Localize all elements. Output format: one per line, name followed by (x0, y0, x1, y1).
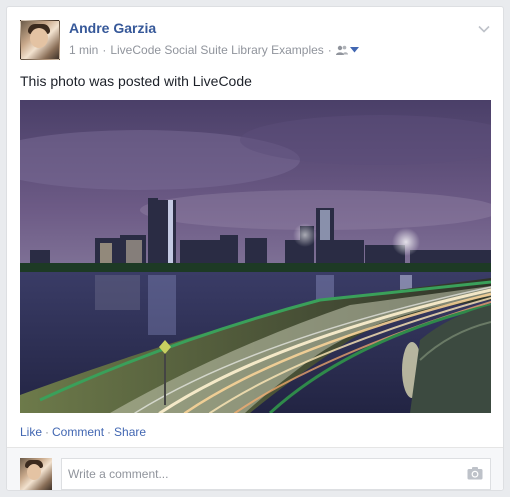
share-button[interactable]: Share (114, 425, 146, 439)
audience-selector[interactable] (335, 45, 359, 55)
meta-separator: · (327, 43, 332, 57)
chevron-down-icon[interactable] (477, 22, 491, 36)
post-photo[interactable] (20, 100, 491, 413)
action-separator: · (45, 425, 50, 439)
author-avatar[interactable] (20, 20, 60, 60)
dropdown-caret-icon (349, 47, 359, 53)
post-actions: Like · Comment · Share (20, 425, 146, 439)
camera-icon[interactable] (467, 466, 483, 480)
post-message: This photo was posted with LiveCode (20, 73, 252, 89)
comment-bar (7, 448, 503, 490)
author-name-link[interactable]: Andre Garzia (69, 20, 156, 36)
post-card: Andre Garzia 1 min · LiveCode Social Sui… (6, 6, 504, 491)
meta-separator: · (102, 43, 107, 57)
friends-icon (335, 45, 348, 55)
like-button[interactable]: Like (20, 425, 42, 439)
action-separator: · (107, 425, 112, 439)
post-source-link[interactable]: LiveCode Social Suite Library Examples (110, 43, 323, 57)
post-timestamp[interactable]: 1 min (69, 43, 98, 57)
commenter-avatar (20, 458, 52, 490)
comment-button[interactable]: Comment (52, 425, 104, 439)
comment-input[interactable] (61, 458, 491, 490)
post-meta: 1 min · LiveCode Social Suite Library Ex… (69, 43, 359, 57)
